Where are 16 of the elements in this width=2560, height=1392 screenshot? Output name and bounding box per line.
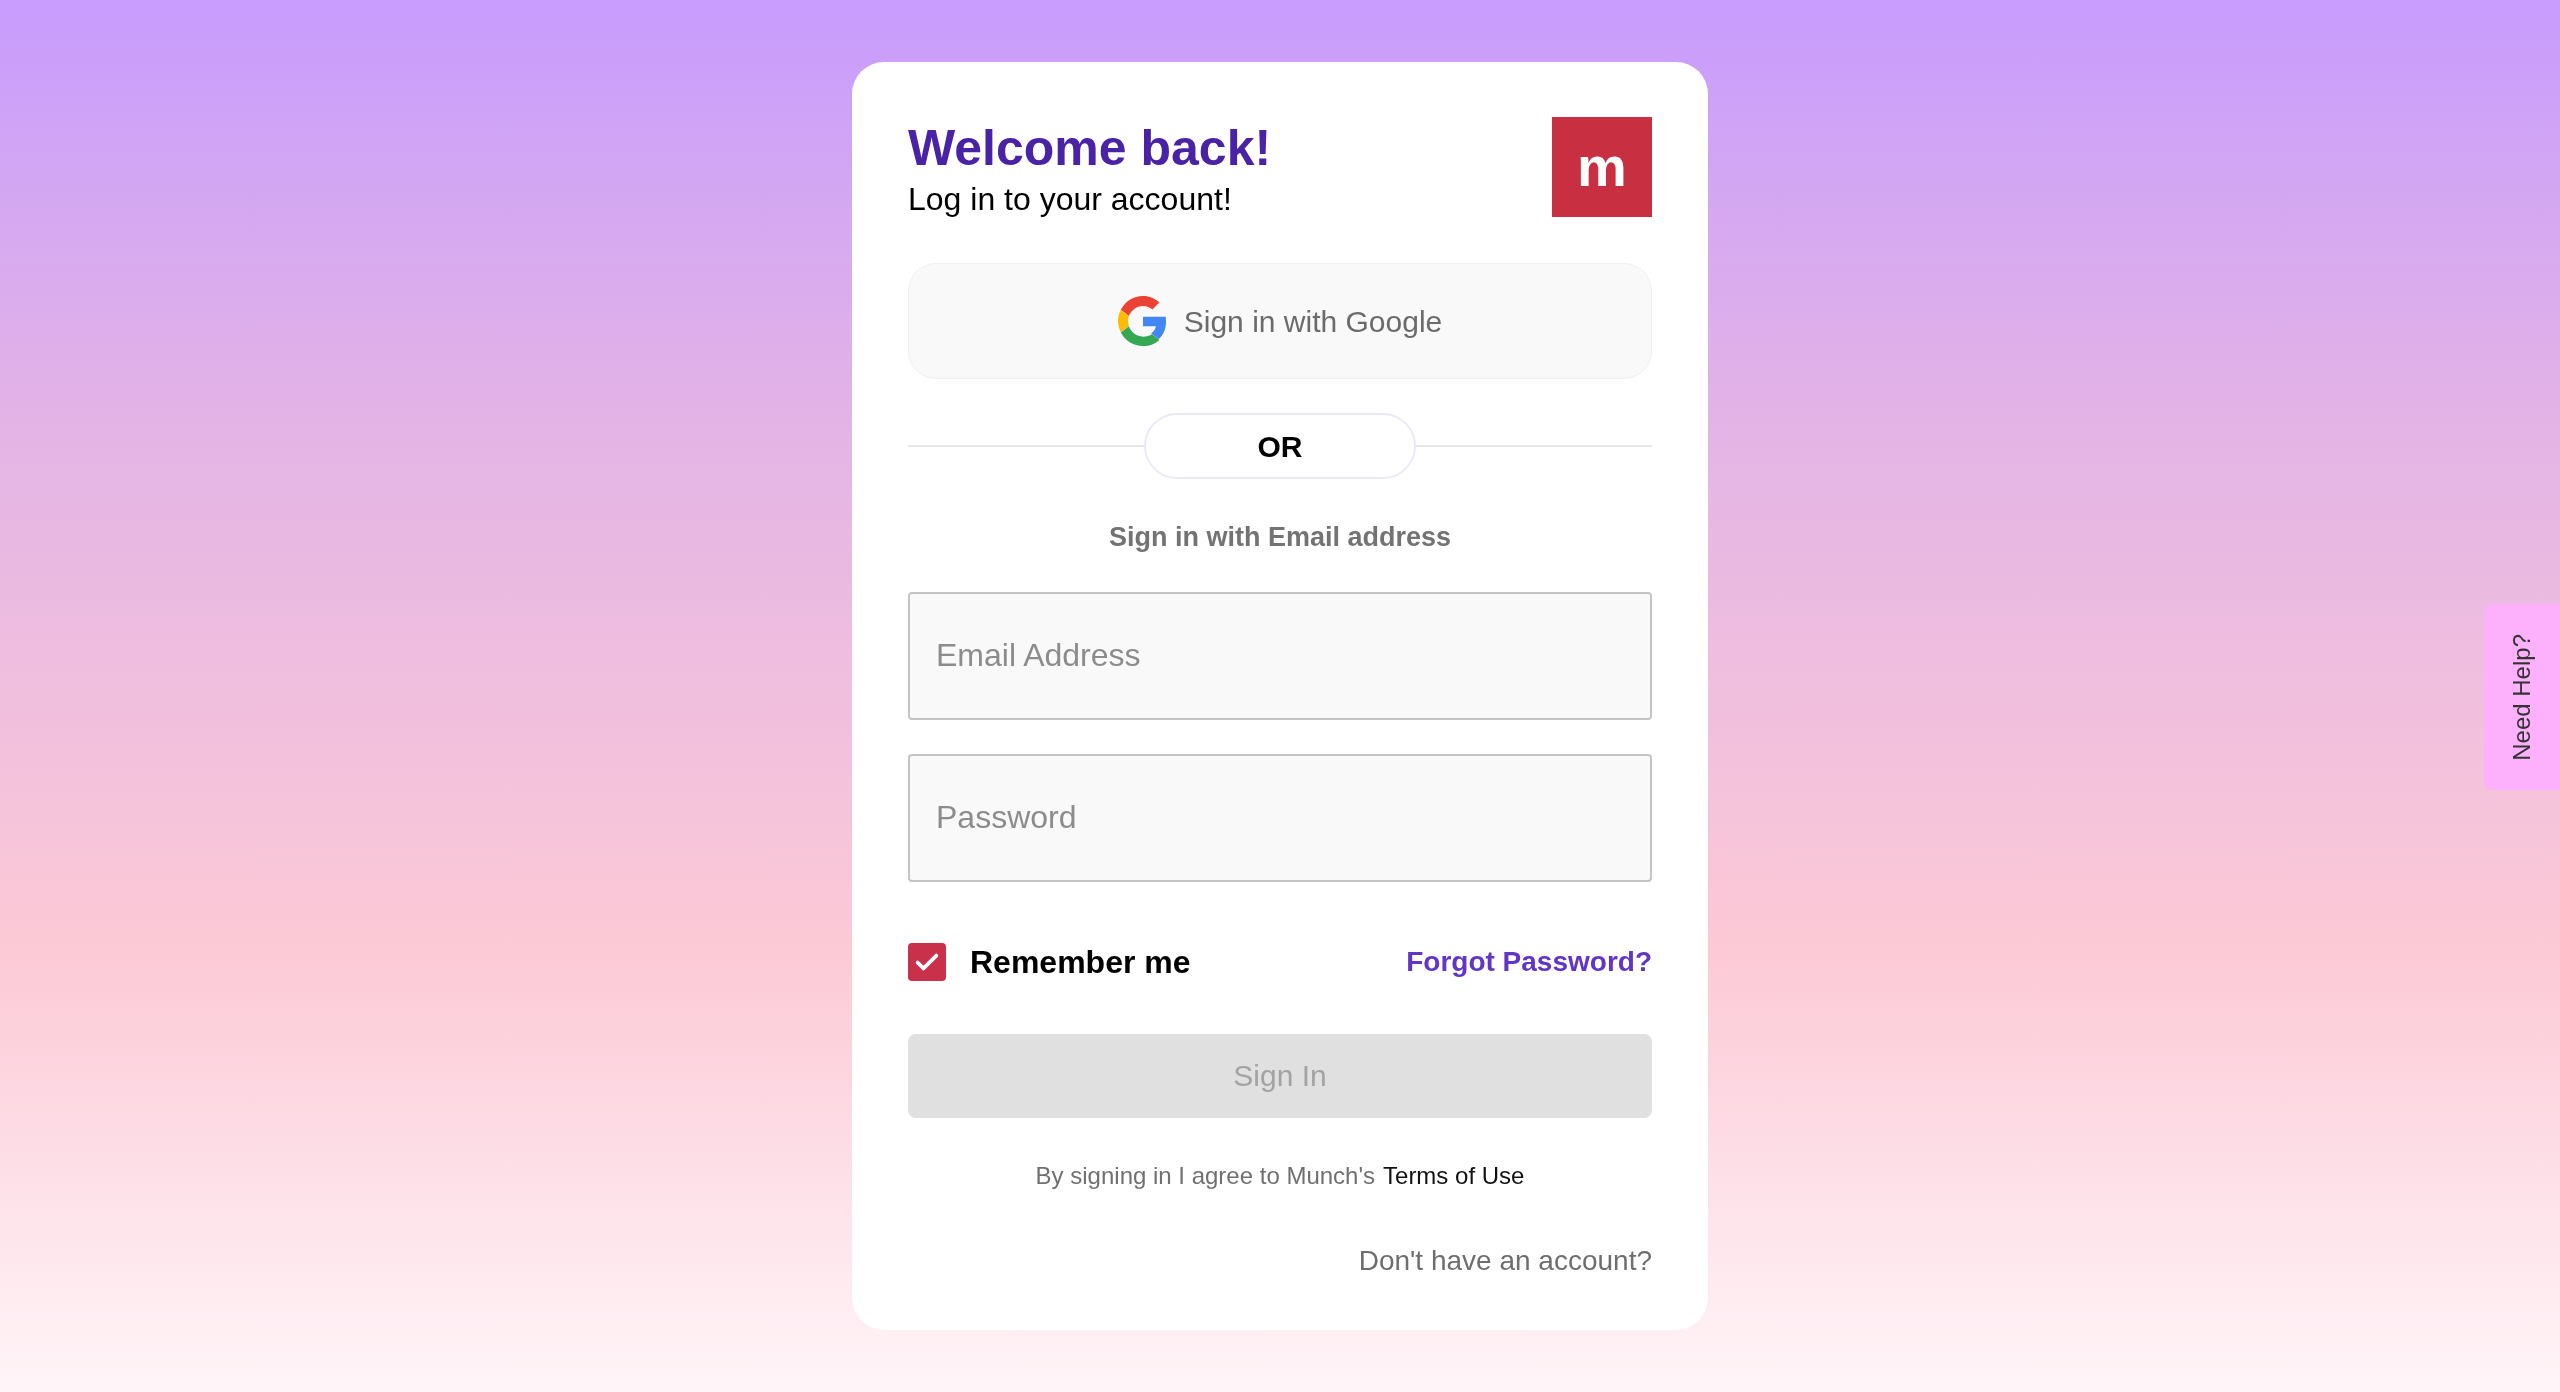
terms-text: By signing in I agree to Munch's	[1035, 1160, 1376, 1191]
remember-me-label: Remember me	[970, 942, 1191, 982]
google-sign-in-button[interactable]: Sign in with Google	[908, 263, 1652, 379]
logo: m	[1552, 117, 1652, 217]
welcome-title: Welcome back!	[908, 119, 1272, 178]
email-sign-in-heading: Sign in with Email address	[1107, 521, 1453, 554]
need-help-tab[interactable]: Need Help?	[2484, 604, 2560, 790]
input-field[interactable]: Password	[908, 753, 1652, 882]
google-g-icon	[1117, 296, 1168, 346]
terms-of-use-link[interactable]: Terms of Use	[1383, 1157, 1525, 1194]
sign-up-link[interactable]: Don't have an account?	[1358, 1239, 1652, 1282]
forgot-password-link[interactable]: Forgot Password?	[1406, 940, 1652, 983]
input-field[interactable]: Email Address	[908, 591, 1652, 720]
subtitle: Log in to your account!	[908, 180, 1233, 219]
or-divider-label: OR	[1144, 413, 1416, 479]
remember-me-checkbox[interactable]	[908, 942, 946, 981]
